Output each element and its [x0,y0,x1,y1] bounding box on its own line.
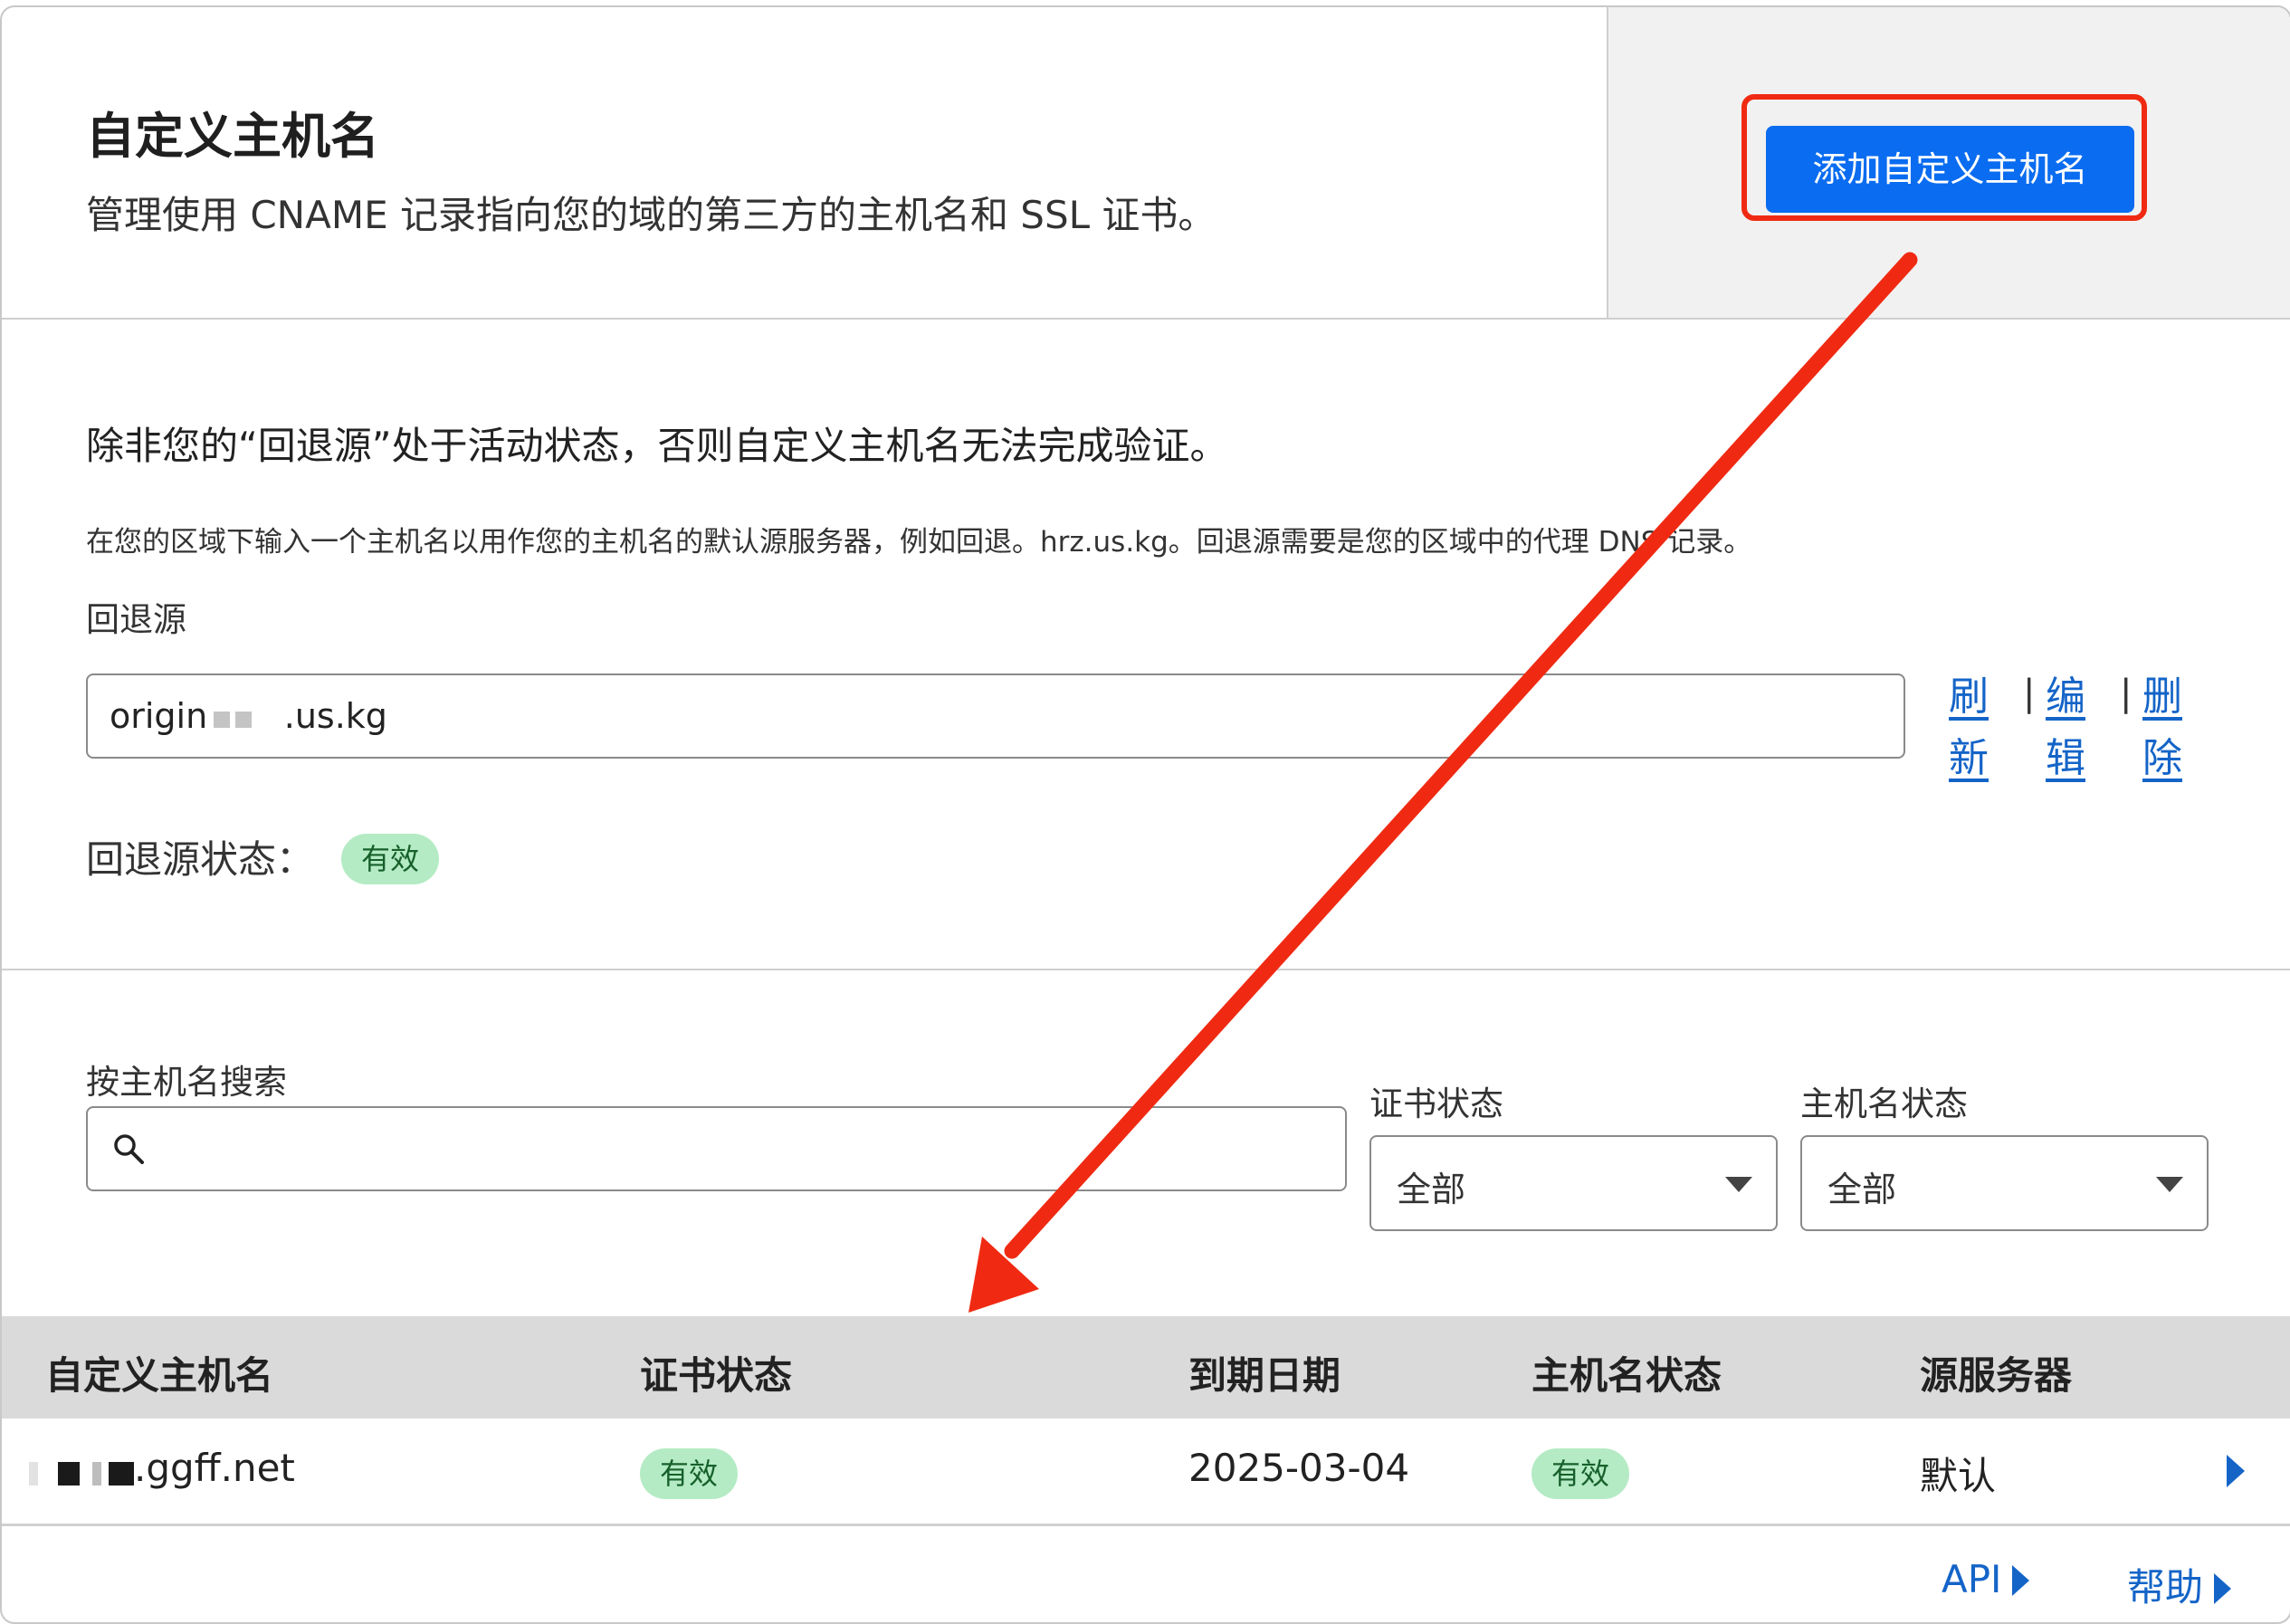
fallback-origin-section: 除非您的“回退源”处于活动状态，否则自定义主机名无法完成验证。 在您的区域下输入… [2,318,2290,970]
search-label: 按主机名搜索 [86,1063,287,1102]
delete-link-line2: 除 [2142,735,2182,781]
caret-right-icon [2214,1573,2232,1604]
host-status-badge: 有效 [1531,1448,1630,1499]
delete-link-line1: 删 [2142,673,2182,720]
search-box[interactable] [86,1106,1347,1191]
help-link-label: 帮助 [2127,1565,2204,1610]
table-header: 自定义主机名 证书状态 到期日期 主机名状态 源服务器 [2,1316,2290,1419]
fallback-warning: 除非您的“回退源”处于活动状态，否则自定义主机名无法完成验证。 [86,424,1228,468]
column-header-expiry: 到期日期 [1188,1353,1341,1398]
fallback-help-text: 在您的区域下输入一个主机名以用作您的主机名的默认源服务器，例如回退。hrz.us… [86,526,1752,559]
fallback-origin-input[interactable] [86,673,1905,759]
edit-link[interactable]: 编 辑 [2043,666,2088,789]
column-header-host-status: 主机名状态 [1531,1353,1722,1398]
action-separator: | [2120,673,2133,714]
expand-arrow-icon[interactable] [2227,1455,2245,1487]
action-separator: | [2023,673,2036,714]
cert-status-filter-label: 证书状态 [1369,1084,1503,1123]
api-link-label: API [1942,1557,2002,1601]
page-subtitle: 管理使用 CNAME 记录指向您的域的第三方的主机名和 SSL 证书。 [86,193,1217,237]
refresh-link-line2: 新 [1949,735,1989,781]
caret-right-icon [2012,1565,2030,1596]
expiry-cell: 2025-03-04 [1188,1446,1410,1490]
edit-link-line1: 编 [2046,673,2085,720]
origin-cell: 默认 [1920,1454,1997,1498]
chevron-down-icon [1725,1177,1752,1192]
host-status-select-value: 全部 [1827,1170,1897,1209]
cert-status-select[interactable]: 全部 [1369,1135,1778,1231]
column-header-hostname: 自定义主机名 [45,1353,274,1398]
filter-bar: 按主机名搜索 证书状态 全部 主机名状态 全部 [2,970,2290,1316]
redacted-text [210,701,262,733]
column-header-cert-status: 证书状态 [640,1353,793,1398]
fallback-origin-label: 回退源 [86,600,186,639]
page-header: 自定义主机名 管理使用 CNAME 记录指向您的域的第三方的主机名和 SSL 证… [2,7,2290,320]
cert-status-badge: 有效 [640,1448,739,1499]
fallback-status-label: 回退源状态： [86,837,315,882]
host-status-filter-label: 主机名状态 [1800,1084,1968,1123]
refresh-link-line1: 刷 [1949,673,1989,720]
api-link[interactable]: API [1942,1557,2030,1601]
hostname-cell: .ggff.net [134,1446,295,1490]
cert-status-select-value: 全部 [1397,1170,1466,1209]
help-link[interactable]: 帮助 [2127,1557,2232,1612]
add-custom-hostname-button[interactable]: 添加自定义主机名 [1766,126,2134,213]
host-status-select[interactable]: 全部 [1800,1135,2209,1231]
page-title: 自定义主机名 [86,108,379,165]
refresh-link[interactable]: 刷 新 [1946,666,1991,789]
page-frame: 自定义主机名 管理使用 CNAME 记录指向您的域的第三方的主机名和 SSL 证… [0,5,2290,1624]
fallback-status-badge: 有效 [341,834,440,884]
edit-link-line2: 辑 [2046,735,2085,781]
table-row[interactable]: .ggff.net 有效 2025-03-04 有效 默认 [2,1419,2290,1526]
search-icon [114,1134,144,1164]
delete-link[interactable]: 删 除 [2140,666,2185,789]
column-header-origin: 源服务器 [1920,1353,2073,1398]
search-input[interactable] [160,1108,1331,1191]
chevron-down-icon [2156,1177,2183,1192]
redacted-text [29,1460,134,1487]
